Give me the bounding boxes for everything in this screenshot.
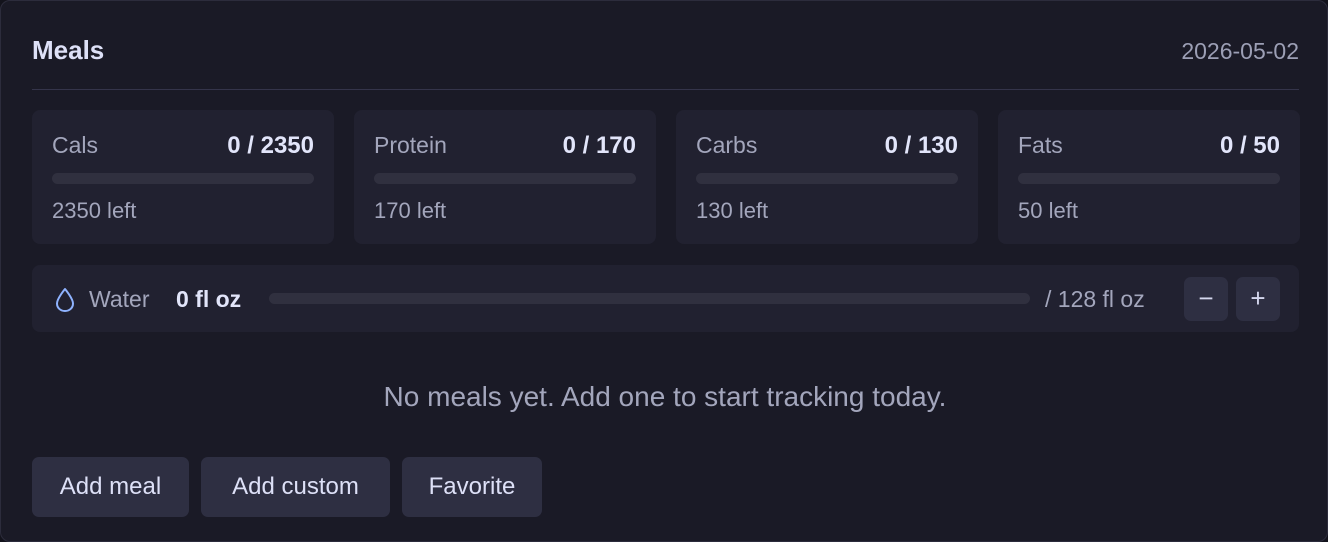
water-progress-bar — [269, 293, 1030, 304]
water-label: Water — [89, 286, 150, 312]
macro-remaining: 130 left — [696, 198, 769, 223]
macro-value: 0 / 2350 — [227, 132, 314, 159]
empty-state-message: No meals yet. Add one to start tracking … — [383, 381, 947, 412]
macro-progress-bar — [1018, 173, 1280, 184]
macro-progress-bar — [696, 173, 958, 184]
date-label: 2026-05-02 — [1181, 38, 1299, 64]
macro-remaining: 170 left — [374, 198, 447, 223]
macro-card-cals: Cals 0 / 2350 2350 left — [32, 110, 334, 244]
macro-remaining: 50 left — [1018, 198, 1078, 223]
water-tracker: Water 0 fl oz / 128 fl oz − + — [32, 265, 1299, 332]
macro-card-fats: Fats 0 / 50 50 left — [998, 110, 1300, 244]
water-amount: 0 fl oz — [176, 286, 242, 312]
water-increment-button[interactable]: + — [1236, 277, 1280, 321]
macro-progress-bar — [52, 173, 314, 184]
meals-header: Meals 2026-05-02 — [32, 31, 1299, 90]
favorite-button[interactable]: Favorite — [402, 457, 542, 517]
water-target: / 128 fl oz — [1045, 286, 1145, 312]
macro-label: Carbs — [696, 132, 758, 158]
macro-value: 0 / 170 — [562, 132, 636, 159]
macro-value: 0 / 130 — [884, 132, 958, 159]
macro-value: 0 / 50 — [1219, 132, 1280, 159]
water-drop-icon — [56, 288, 74, 312]
macro-remaining: 2350 left — [52, 198, 137, 223]
add-meal-button[interactable]: Add meal — [32, 457, 189, 517]
macro-label: Cals — [52, 132, 99, 158]
macro-label: Fats — [1018, 132, 1063, 158]
page-title: Meals — [32, 35, 105, 65]
macro-label: Protein — [374, 132, 447, 158]
macro-progress-bar — [374, 173, 636, 184]
macro-card-protein: Protein 0 / 170 170 left — [354, 110, 656, 244]
water-decrement-button[interactable]: − — [1184, 277, 1228, 321]
add-custom-button[interactable]: Add custom — [201, 457, 390, 517]
meals-card: Meals 2026-05-02 Cals 0 / 2350 2350 left… — [0, 0, 1328, 542]
macro-card-carbs: Carbs 0 / 130 130 left — [676, 110, 978, 244]
